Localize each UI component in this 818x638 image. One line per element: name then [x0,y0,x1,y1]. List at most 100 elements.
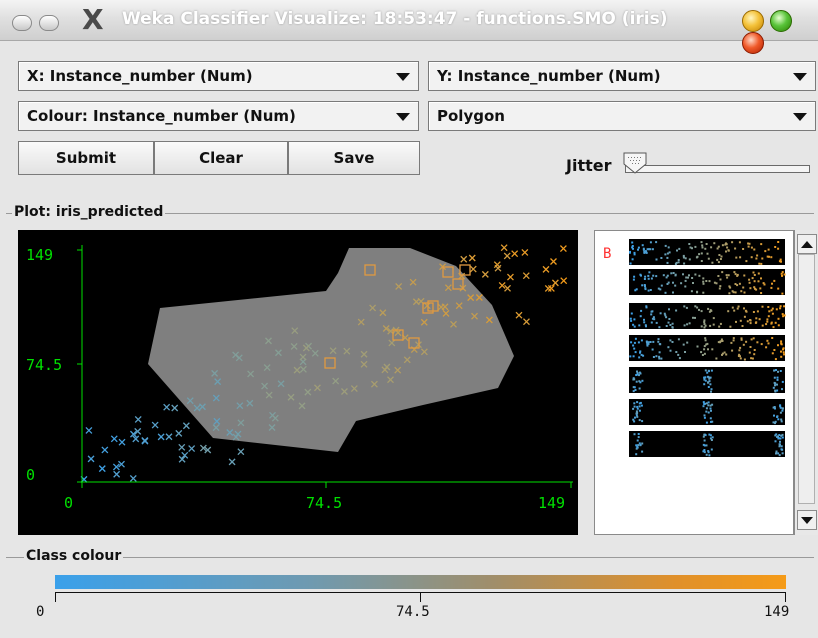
attribute-point [646,344,649,347]
attribute-point [696,306,699,309]
attribute-point [735,256,738,259]
attribute-point [731,306,734,309]
window-title: Weka Classifier Visualize: 18:53:47 - fu… [122,9,668,29]
attribute-point [650,321,653,324]
attribute-point [704,247,707,250]
attribute-point [666,261,669,264]
y-axis-select[interactable]: Y: Instance_number (Num) [428,61,816,91]
shade-icon[interactable] [39,14,60,31]
attribute-point [779,370,782,372]
attribute-point [635,453,638,456]
attribute-point [644,288,647,291]
attribute-point [629,355,632,358]
save-button[interactable]: Save [288,141,420,175]
data-point [469,265,477,273]
attribute-point [677,259,680,261]
attribute-point [780,420,783,423]
minimize-icon[interactable] [742,10,764,32]
attribute-point [685,276,688,279]
attribute-point [770,309,773,312]
attribute-point [734,247,737,250]
x-axis-select[interactable]: X: Instance_number (Num) [18,61,419,91]
selected-attribute-label: B [603,246,611,262]
attribute-point [649,241,652,244]
maximize-icon[interactable] [770,10,793,32]
attribute-point [691,277,694,279]
attribute-point [630,319,633,322]
attribute-point [782,315,785,318]
plot-area[interactable]: 149 74.5 0 0 74.5 149 [18,230,578,535]
attribute-point [777,241,780,243]
attribute-point [703,433,706,436]
window-menu-icon[interactable] [12,14,32,31]
attribute-point [664,291,667,294]
attribute-bar[interactable] [629,239,785,265]
matrix-scrollbar[interactable] [794,230,818,535]
attribute-point [710,390,712,393]
attribute-point [708,433,711,436]
attribute-point [633,325,636,328]
attribute-point [632,355,635,358]
attribute-point [746,320,749,323]
attribute-point [779,258,782,261]
attribute-bar[interactable] [629,367,785,393]
attribute-point [629,250,631,253]
jitter-slider-thumb[interactable] [622,152,648,174]
attribute-point [701,354,704,356]
attribute-point [638,402,641,405]
attribute-bar[interactable] [629,431,785,457]
arrow-up-icon [801,241,813,248]
attribute-point [633,378,636,381]
attribute-point [753,280,756,283]
attribute-point [711,420,714,423]
data-point [101,446,109,454]
attribute-point [777,435,779,438]
attribute-point [781,409,784,412]
attribute-point [708,370,710,373]
attribute-point [664,244,667,247]
attribute-point [709,383,712,386]
attribute-point [753,248,756,251]
attribute-point [740,338,743,341]
close-icon[interactable] [742,32,764,54]
jitter-slider-track[interactable] [625,165,810,173]
chevron-down-icon [396,73,410,81]
attribute-point [726,246,729,249]
attribute-point [742,248,745,250]
shape-select[interactable]: Polygon [428,101,816,131]
attribute-point [777,370,779,373]
attribute-point [717,341,720,344]
submit-button[interactable]: Submit [18,141,154,175]
attribute-point [682,343,685,346]
attribute-point [703,352,706,355]
attribute-point [658,343,661,346]
attribute-point [639,315,642,318]
colour-select[interactable]: Colour: Instance_number (Num) [18,101,419,131]
attribute-point [639,273,642,276]
attribute-point [678,247,681,250]
attribute-point [773,369,776,372]
attribute-point [647,277,650,280]
scroll-up-button[interactable] [797,234,817,254]
attribute-point [752,337,755,340]
class-colour-group-border [6,557,814,558]
attribute-point [753,353,756,356]
attribute-point [781,452,784,455]
attribute-bar[interactable] [629,335,785,361]
scroll-down-button[interactable] [797,510,817,530]
data-point [118,438,126,446]
attribute-point [775,369,777,371]
attribute-point [635,380,638,383]
colour-tick [785,592,786,602]
attribute-point [655,241,658,244]
scroll-thumb[interactable] [798,254,815,504]
attribute-point [772,326,775,329]
attribute-point [634,337,637,340]
attribute-point [652,274,655,277]
clear-button[interactable]: Clear [154,141,288,175]
attribute-point [742,286,745,289]
attribute-matrix-panel[interactable]: B [594,230,794,535]
attribute-point [641,244,644,247]
attribute-point [716,258,719,261]
attribute-point [685,306,688,309]
